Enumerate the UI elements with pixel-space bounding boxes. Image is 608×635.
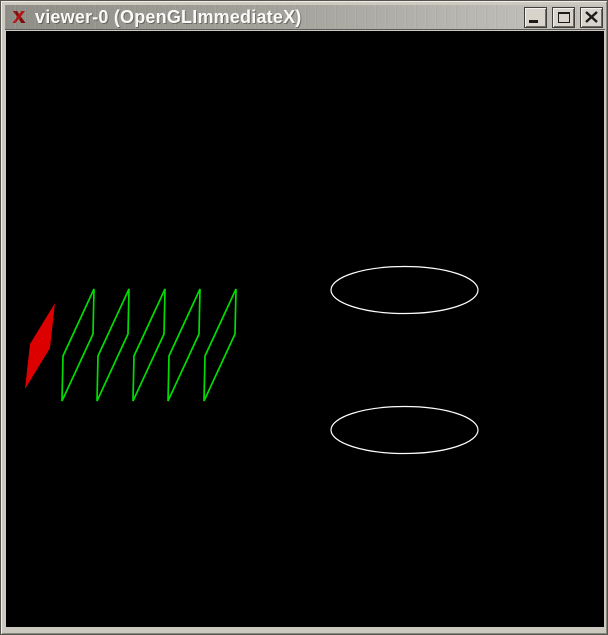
close-icon xyxy=(585,11,598,23)
minimize-icon xyxy=(529,20,538,23)
gl-canvas-svg xyxy=(6,31,604,627)
green-wire-parallelogram-3 xyxy=(133,289,165,401)
green-wire-parallelogram-5 xyxy=(204,289,236,401)
titlebar[interactable]: viewer-0 (OpenGLImmediateX) xyxy=(5,5,605,30)
green-wire-parallelogram-2 xyxy=(97,289,129,401)
wire-ellipse-top xyxy=(331,267,478,314)
green-wire-parallelogram-4 xyxy=(168,289,200,401)
viewer-window: viewer-0 (OpenGLImmediateX) xyxy=(0,0,608,635)
maximize-icon xyxy=(558,12,570,23)
wire-ellipse-bottom xyxy=(331,407,478,454)
red-filled-parallelogram xyxy=(25,303,55,389)
minimize-button[interactable] xyxy=(524,7,547,28)
window-title: viewer-0 (OpenGLImmediateX) xyxy=(35,5,301,30)
window-controls xyxy=(524,7,603,28)
opengl-viewport[interactable] xyxy=(6,31,604,627)
red-x-window-icon[interactable] xyxy=(10,8,28,26)
close-button[interactable] xyxy=(580,7,603,28)
maximize-button[interactable] xyxy=(552,7,575,28)
green-wire-parallelogram-1 xyxy=(62,289,94,401)
